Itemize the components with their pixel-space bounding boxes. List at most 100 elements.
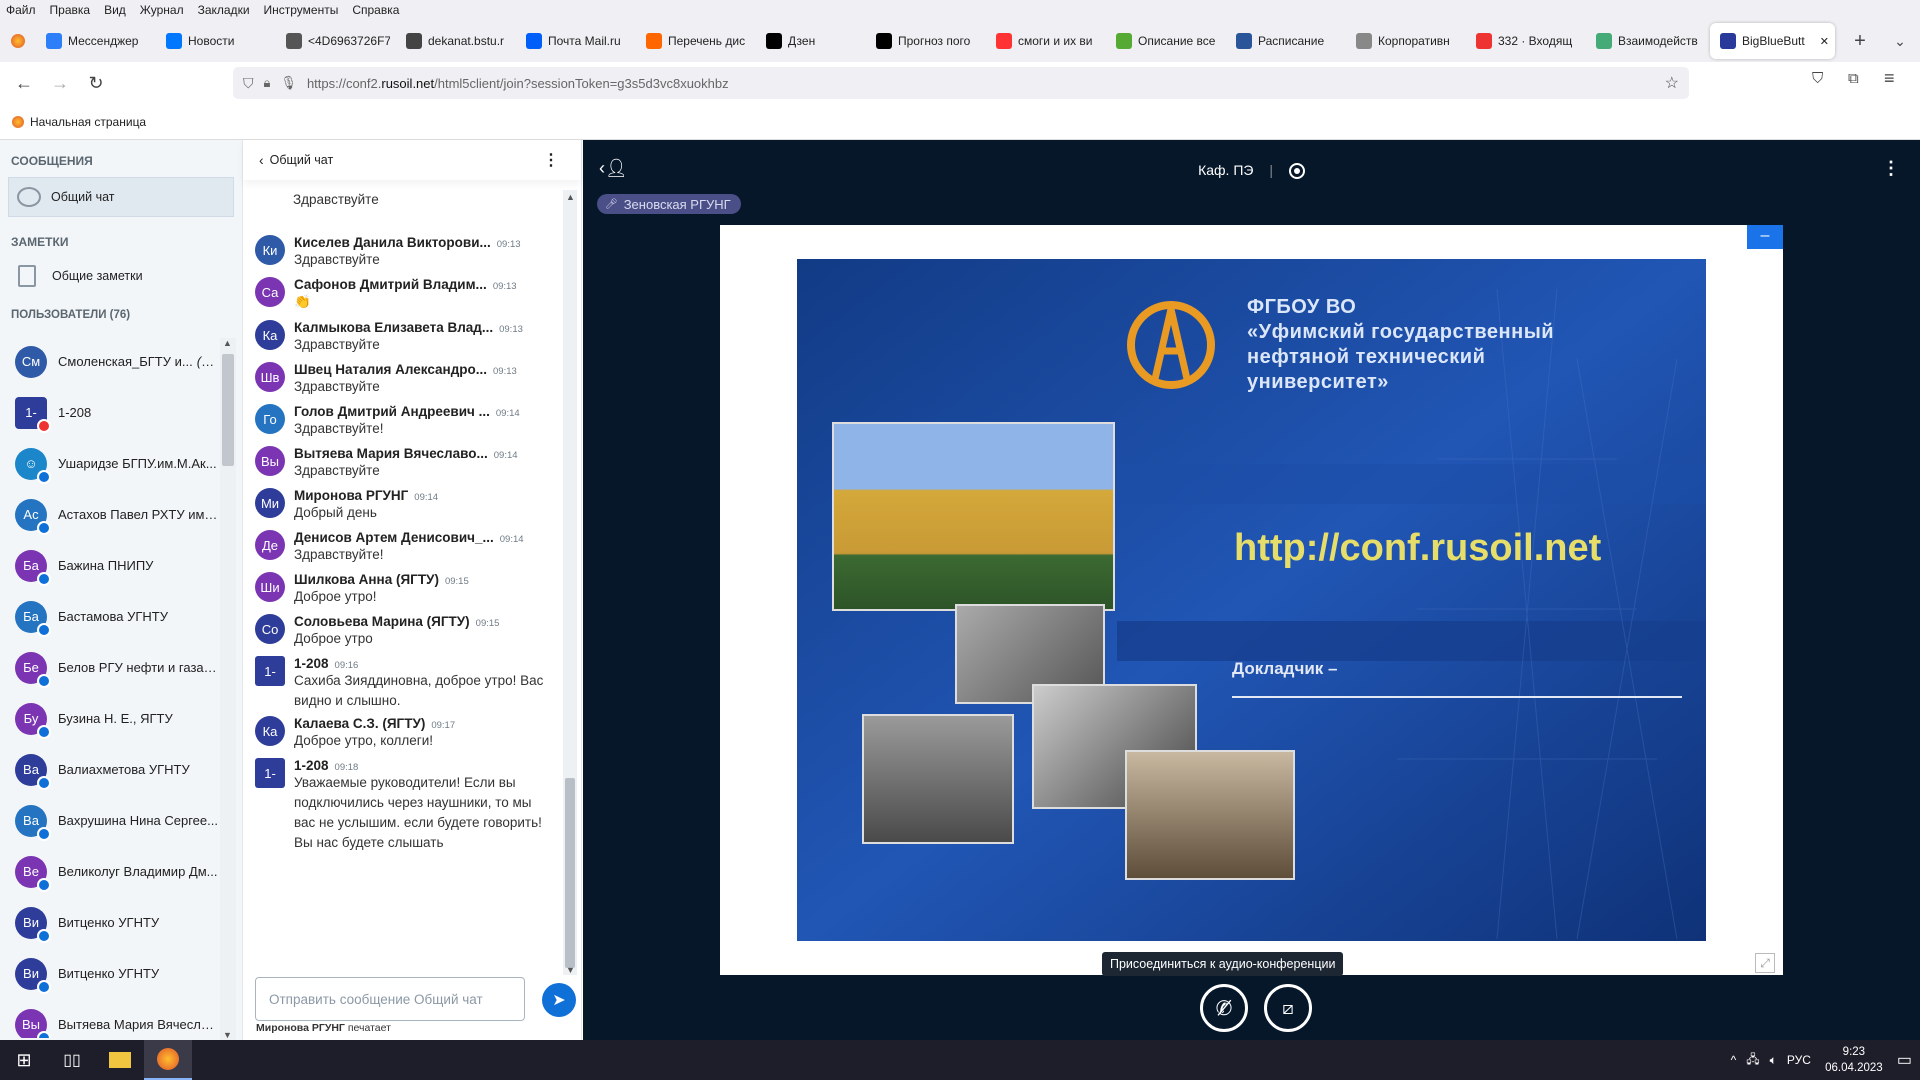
audio-tooltip: Присоединиться к аудио-конференции [1102,952,1344,976]
windows-start-icon[interactable]: ⊞ [0,1050,48,1071]
firefox-icon [12,115,24,128]
user-avatar: Бе [15,651,51,688]
firefox-taskbar-icon[interactable] [144,1040,192,1080]
message-avatar: Са [255,277,285,307]
browser-tab[interactable]: Описание все [1106,23,1226,59]
browser-tab[interactable]: Корпоративн [1346,23,1466,59]
tab-label: Прогноз пого [898,34,971,48]
public-chat-item[interactable]: Общий чат [8,177,234,217]
shared-notes-item[interactable]: Общие заметки [0,255,242,297]
bookmark-home[interactable]: Начальная страница [30,115,146,129]
message-text: Сахиба Зияддиновна, доброе утро! Вас вид… [294,673,544,708]
chat-message-input[interactable]: Отправить сообщение Общий чат [255,977,525,1021]
menu-item[interactable]: Журнал [140,3,184,17]
recording-indicator-icon[interactable] [1288,163,1305,180]
message-text: Уважаемые руководители! Если вы подключи… [294,775,542,850]
microphone-permission-icon[interactable]: 🎙︎ [280,75,297,91]
browser-tab[interactable]: Новости [156,23,276,59]
minimize-presentation-button[interactable]: – [1747,225,1783,249]
browser-tab[interactable]: Прогноз пого [866,23,986,59]
new-tab-button[interactable]: + [1840,30,1880,53]
menu-item[interactable]: Инструменты [264,3,339,17]
message-text: Доброе утро [294,631,373,646]
message-time: 09:14 [414,492,439,503]
message-avatar: Со [255,614,285,644]
user-list-item[interactable]: Бу Бузина Н. Е., ЯГТУ [0,693,232,744]
browser-tab[interactable]: Почта Mail.ru [516,23,636,59]
browser-tab[interactable]: BigBlueButt ✕ [1710,23,1835,59]
status-badge-icon [37,775,51,790]
user-list[interactable]: См Смоленская_БГТУ и...(Вы) 1- 1-208 ☺ Ушарид… [0,336,232,1038]
chat-message: 1- 1-208 09:16 Сахиба Зияддиновна, доброе у… [243,656,553,711]
status-badge-icon [37,928,51,943]
bookmark-star-icon[interactable]: ☆ [1665,73,1679,93]
notifications-icon[interactable]: ▭ [1897,1050,1912,1070]
menu-item[interactable]: Правка [50,3,91,17]
user-avatar: Ва [15,753,51,790]
slide: ФГБОУ ВО «Уфимский государственный нефтя… [797,259,1706,941]
user-list-item[interactable]: Ви Витценко УГНТУ [0,897,232,948]
taskbar: ⊞ ▯▯ ^ 🖧︎ 🔈︎ РУС 9:23 06.04.2023 ▭ [0,1040,1920,1080]
browser-tab[interactable]: Дзен [756,23,866,59]
menu-item[interactable]: Справка [352,3,399,17]
forward-button[interactable]: → [42,67,78,99]
tray-chevron-icon[interactable]: ^ [1731,1053,1737,1067]
join-audio-button[interactable]: ✆̸ [1200,984,1248,1032]
browser-tab[interactable]: dekanat.bstu.r [396,23,516,59]
clock[interactable]: 9:23 06.04.2023 [1821,1044,1887,1076]
browser-tab[interactable]: Перечень дис [636,23,756,59]
user-list-item[interactable]: Ве Великолуг Владимир Дм... [0,846,232,897]
language-indicator[interactable]: РУС [1787,1053,1811,1067]
menu-item[interactable]: Вид [104,3,126,17]
user-list-item[interactable]: Ви Витценко УГНТУ [0,948,232,999]
send-message-button[interactable]: ➤ [542,983,576,1017]
list-tabs-button[interactable]: ⌄ [1880,33,1920,50]
browser-tab[interactable]: Мессенджер [36,23,156,59]
reload-button[interactable]: ↻ [78,67,114,99]
task-view-icon[interactable]: ▯▯ [48,1050,96,1070]
user-list-item[interactable]: 1- 1-208 [0,387,232,438]
browser-tab[interactable]: смоги и их ви [986,23,1106,59]
app-menu-icon[interactable]: ≡ [1884,68,1895,89]
user-list-scroll-thumb[interactable] [222,354,234,466]
user-list-item[interactable]: Вы Вытяева Мария Вячесла... [0,999,232,1038]
user-list-item[interactable]: Ба Бажина ПНИПУ [0,540,232,591]
user-list-item[interactable]: Ва Валиахметова УГНТУ [0,744,232,795]
shield-icon[interactable]: ⛉ [243,75,254,92]
browser-tab[interactable]: 332 · Входящ [1466,23,1586,59]
url-text[interactable]: https://conf2.rusoil.net/html5client/joi… [307,76,729,91]
extensions-icon[interactable]: ⧉ [1848,70,1859,87]
back-button[interactable]: ← [6,67,42,99]
fullscreen-icon[interactable]: ⤢ [1755,953,1775,973]
user-list-item[interactable]: См Смоленская_БГТУ и...(Вы) [0,336,232,387]
file-explorer-icon[interactable] [96,1040,144,1080]
address-bar[interactable]: ⛉ 🔒︎ 🎙︎ https://conf2.rusoil.net/html5cl… [233,67,1689,99]
close-tab-icon[interactable]: ✕ [1820,35,1829,48]
browser-tab[interactable]: <4D6963726F7 [276,23,396,59]
message-time: 09:13 [493,366,517,377]
share-webcam-button[interactable]: ⧄ [1264,984,1312,1032]
chat-scrollbar[interactable]: ▲ ▼ [563,190,577,975]
chat-scroll-thumb[interactable] [565,778,575,968]
lock-icon[interactable]: 🔒︎ [264,75,271,91]
presenter-name: Зеновская РГУНГ [623,196,731,212]
browser-tab[interactable]: Расписание [1226,23,1346,59]
menu-item[interactable]: Закладки [198,3,250,17]
user-list-item[interactable]: ☺ Ушаридзе БГПУ.им.М.Ак... [0,438,232,489]
user-list-item[interactable]: Ас Астахов Павел РХТУ им. ... [0,489,232,540]
firefox-menu-icon[interactable] [0,23,36,59]
user-list-item[interactable]: Ба Бастамова УГНТУ [0,591,232,642]
user-name: Бастамова УГНТУ [58,609,168,624]
slide-speaker: Докладчик – [1232,659,1338,678]
message-text: Добрый день [294,505,377,520]
user-list-scrollbar[interactable]: ▲ ▼ [220,338,236,1040]
message-text: Здравствуйте [294,379,380,394]
browser-tab[interactable]: Взаимодейств [1586,23,1706,59]
pocket-icon[interactable]: ⛉ [1812,70,1823,87]
options-menu-icon[interactable]: ⋮ [1882,158,1900,179]
user-list-item[interactable]: Ва Вахрушина Нина Сергее... [0,795,232,846]
network-icon[interactable]: 🖧︎ [1746,1050,1759,1071]
menu-item[interactable]: Файл [6,3,36,17]
volume-icon[interactable]: 🔈︎ [1770,1053,1777,1068]
user-list-item[interactable]: Бе Белов РГУ нефти и газа (... [0,642,232,693]
